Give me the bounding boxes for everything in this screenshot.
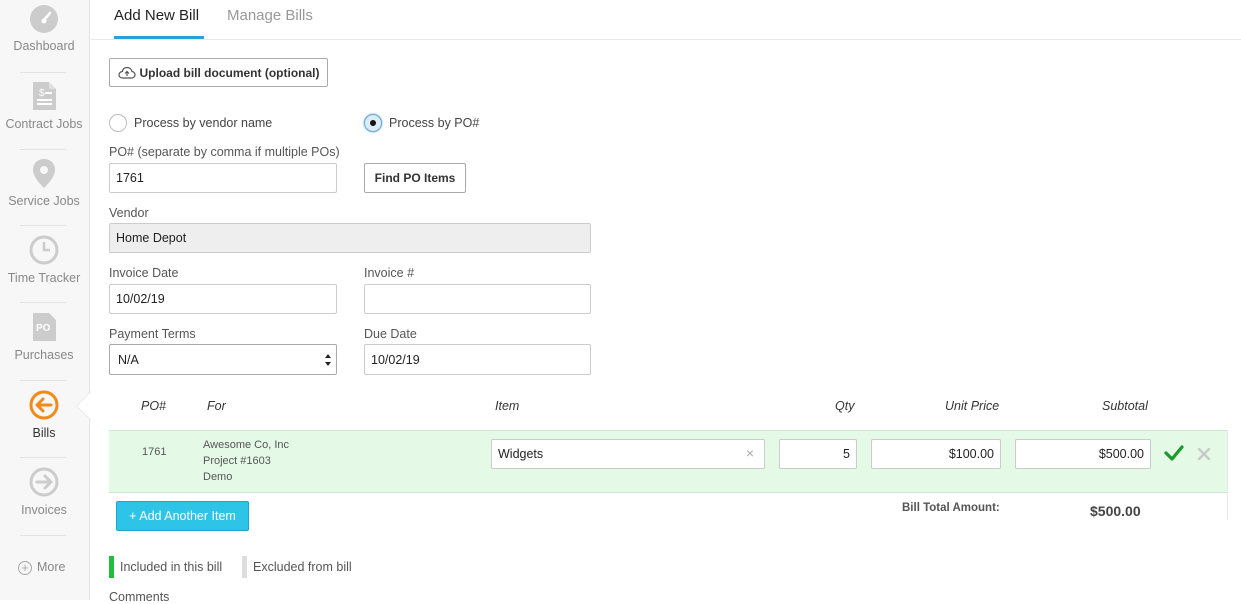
tab-bar: Add New Bill Manage Bills (91, 0, 1241, 40)
sidebar-item-dashboard[interactable]: Dashboard (0, 4, 88, 53)
due-date-input[interactable]: 10/02/19 (364, 344, 591, 375)
table-row: 1761 Awesome Co, Inc Project #1603 Demo … (109, 430, 1227, 493)
sidebar-item-label: Purchases (14, 348, 74, 362)
radio-label-vendor: Process by vendor name (134, 116, 273, 130)
sidebar: Dashboard $ Contract Jobs Service Jobs T… (0, 0, 91, 600)
payment-terms-value: N/A (118, 352, 139, 367)
po-field-label: PO# (separate by comma if multiple POs) (109, 145, 340, 159)
column-header-unit-price: Unit Price (945, 399, 1000, 413)
clock-icon (29, 235, 59, 265)
item-value: Widgets (498, 447, 544, 461)
find-po-items-button[interactable]: Find PO Items (364, 163, 466, 193)
sidebar-item-label: Dashboard (13, 39, 75, 53)
sidebar-item-service-jobs[interactable]: Service Jobs (0, 157, 88, 208)
sidebar-more[interactable]: + More (18, 560, 65, 575)
select-arrows-icon (325, 354, 331, 366)
comments-label: Comments (109, 590, 170, 604)
column-header-for: For (207, 399, 226, 413)
payment-terms-label: Payment Terms (109, 327, 196, 341)
invoice-number-input[interactable] (364, 284, 591, 314)
bill-total-label: Bill Total Amount: (902, 502, 1000, 514)
bill-total-value: $500.00 (1090, 503, 1141, 519)
sidebar-item-label: Bills (32, 426, 56, 440)
upload-button-label: Upload bill document (optional) (139, 65, 320, 80)
sidebar-item-label: Contract Jobs (5, 117, 83, 131)
row-for-project: Project #1603 (203, 455, 271, 467)
sidebar-item-label: Service Jobs (8, 194, 80, 208)
radio-process-by-vendor[interactable] (109, 114, 127, 132)
item-input[interactable]: Widgets × (491, 439, 765, 469)
sidebar-item-label: Invoices (21, 503, 67, 517)
invoice-date-label: Invoice Date (109, 266, 179, 280)
arrow-left-circle-icon (29, 390, 59, 420)
legend-excluded-label: Excluded from bill (253, 560, 352, 574)
tab-add-new-bill[interactable]: Add New Bill (114, 7, 204, 39)
column-header-item: Item (495, 399, 520, 413)
legend-included-swatch (109, 556, 114, 578)
po-number-input[interactable]: 1761 (109, 163, 337, 193)
upload-bill-document-button[interactable]: Upload bill document (optional) (109, 58, 328, 87)
contract-document-icon: $ (33, 82, 56, 110)
unit-price-input[interactable]: $100.00 (871, 439, 1001, 469)
sidebar-item-invoices[interactable]: Invoices (0, 466, 88, 517)
clear-icon[interactable]: × (746, 445, 754, 461)
dashboard-icon (30, 5, 58, 33)
location-pin-icon (33, 159, 55, 188)
vendor-label: Vendor (109, 206, 149, 220)
po-document-icon: PO (33, 313, 56, 341)
column-header-po: PO# (141, 399, 167, 413)
sidebar-item-bills[interactable]: Bills (0, 389, 88, 440)
plus-circle-icon: + (18, 561, 32, 575)
column-header-subtotal: Subtotal (1102, 399, 1148, 413)
add-another-item-button[interactable]: + Add Another Item (116, 501, 249, 531)
legend-included-label: Included in this bill (120, 560, 223, 574)
qty-input[interactable]: 5 (779, 439, 857, 469)
svg-text:$: $ (39, 88, 45, 99)
subtotal-input[interactable]: $500.00 (1015, 439, 1151, 469)
sidebar-item-label: Time Tracker (7, 271, 81, 285)
tab-manage-bills[interactable]: Manage Bills (227, 7, 313, 39)
cloud-upload-icon (117, 66, 136, 79)
radio-label-po: Process by PO# (389, 116, 480, 130)
radio-process-by-po[interactable] (364, 114, 382, 132)
payment-terms-select[interactable]: N/A (109, 344, 337, 375)
checkmark-icon[interactable] (1164, 445, 1184, 461)
sidebar-item-purchases[interactable]: PO Purchases (0, 311, 88, 362)
legend-excluded-swatch (242, 556, 247, 578)
vendor-field: Home Depot (109, 223, 591, 253)
row-for-phase: Demo (203, 471, 233, 483)
sidebar-item-contract-jobs[interactable]: $ Contract Jobs (0, 80, 88, 131)
row-po-number: 1761 (142, 446, 167, 458)
remove-row-icon[interactable] (1197, 447, 1211, 461)
invoice-number-label: Invoice # (364, 266, 415, 280)
invoice-date-input[interactable]: 10/02/19 (109, 284, 337, 314)
arrow-right-circle-icon (29, 467, 59, 497)
due-date-label: Due Date (364, 327, 417, 341)
column-header-qty: Qty (835, 399, 855, 413)
more-label: More (37, 560, 66, 574)
row-for-client: Awesome Co, Inc (203, 439, 290, 451)
svg-text:PO: PO (36, 323, 51, 334)
sidebar-item-time-tracker[interactable]: Time Tracker (0, 234, 88, 285)
